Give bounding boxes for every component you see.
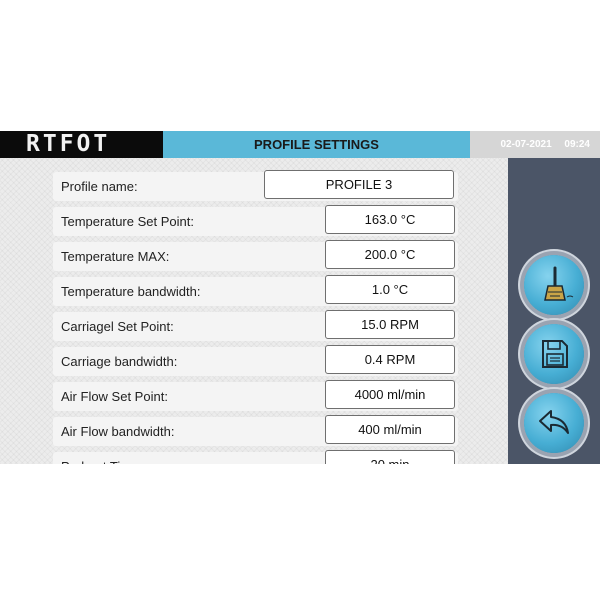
save-button[interactable]	[524, 324, 584, 384]
setting-row-air-flow-bandwidth: Air Flow bandwidth: 400 ml/min	[53, 415, 458, 446]
setting-label: Temperature bandwidth:	[61, 284, 201, 299]
temperature-max-field[interactable]: 200.0 °C	[325, 240, 455, 269]
date-text: 02-07-2021	[500, 139, 552, 150]
setting-label: Temperature Set Point:	[61, 214, 194, 229]
profile-name-field[interactable]: PROFILE 3	[264, 170, 454, 199]
settings-panel[interactable]: Profile name: PROFILE 3 Temperature Set …	[0, 158, 508, 464]
broom-icon	[544, 266, 574, 301]
air-flow-set-point-field[interactable]: 4000 ml/min	[325, 380, 455, 409]
carriage-set-point-field[interactable]: 15.0 RPM	[325, 310, 455, 339]
setting-row-profile-name: Profile name: PROFILE 3	[53, 170, 458, 201]
setting-row-temperature-max: Temperature MAX: 200.0 °C	[53, 240, 458, 271]
setting-label: Carriagel Set Point:	[61, 319, 174, 334]
datetime-display: 02-07-2021 09:24	[470, 131, 600, 158]
header-bar: RTFOT PROFILE SETTINGS 02-07-2021 09:24	[0, 131, 600, 158]
back-arrow-icon	[539, 410, 569, 434]
hmi-screen: RTFOT PROFILE SETTINGS 02-07-2021 09:24 …	[0, 131, 600, 464]
setting-row-carriage-bandwidth: Carriage bandwidth: 0.4 RPM	[53, 345, 458, 376]
setting-label: Air Flow bandwidth:	[61, 424, 175, 439]
setting-row-air-flow-set-point: Air Flow Set Point: 4000 ml/min	[53, 380, 458, 411]
setting-row-temperature-bandwidth: Temperature bandwidth: 1.0 °C	[53, 275, 458, 306]
setting-row-temperature-set-point: Temperature Set Point: 163.0 °C	[53, 205, 458, 236]
setting-label: Air Flow Set Point:	[61, 389, 168, 404]
time-text: 09:24	[564, 139, 590, 150]
clean-button[interactable]	[524, 255, 584, 315]
floppy-disk-icon	[542, 340, 568, 368]
air-flow-bandwidth-field[interactable]: 400 ml/min	[325, 415, 455, 444]
temperature-set-point-field[interactable]: 163.0 °C	[325, 205, 455, 234]
temperature-bandwidth-field[interactable]: 1.0 °C	[325, 275, 455, 304]
rtfot-logo: RTFOT	[26, 131, 111, 157]
setting-label: Temperature MAX:	[61, 249, 170, 264]
setting-row-preheat-time: Preheat Time: 20 min	[53, 450, 458, 464]
back-button[interactable]	[524, 393, 584, 453]
setting-label: Carriage bandwidth:	[61, 354, 178, 369]
setting-label: Profile name:	[61, 179, 138, 194]
preheat-time-field[interactable]: 20 min	[325, 450, 455, 464]
page-title: PROFILE SETTINGS	[163, 131, 470, 158]
setting-label: Preheat Time:	[61, 452, 142, 464]
setting-row-carriage-set-point: Carriagel Set Point: 15.0 RPM	[53, 310, 458, 341]
carriage-bandwidth-field[interactable]: 0.4 RPM	[325, 345, 455, 374]
